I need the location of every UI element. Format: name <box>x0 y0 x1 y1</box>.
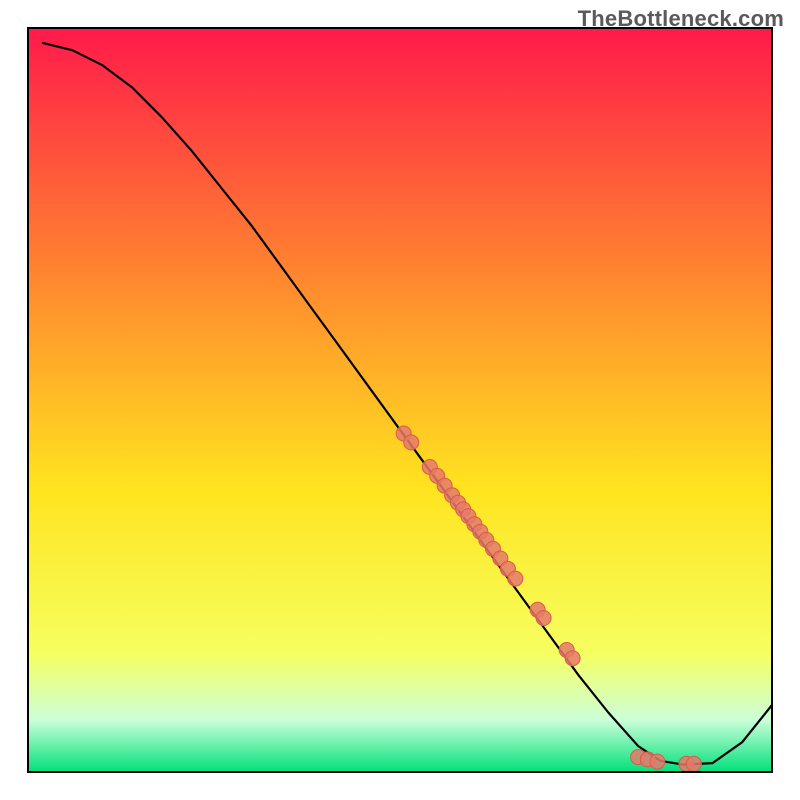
data-point <box>686 756 701 771</box>
data-point <box>536 611 551 626</box>
chart-container: TheBottleneck.com <box>0 0 800 800</box>
watermark-text: TheBottleneck.com <box>578 6 784 32</box>
data-point <box>650 754 665 769</box>
plot-background <box>28 28 772 772</box>
data-point <box>508 571 523 586</box>
data-point <box>565 651 580 666</box>
bottleneck-chart <box>0 0 800 800</box>
data-point <box>404 435 419 450</box>
